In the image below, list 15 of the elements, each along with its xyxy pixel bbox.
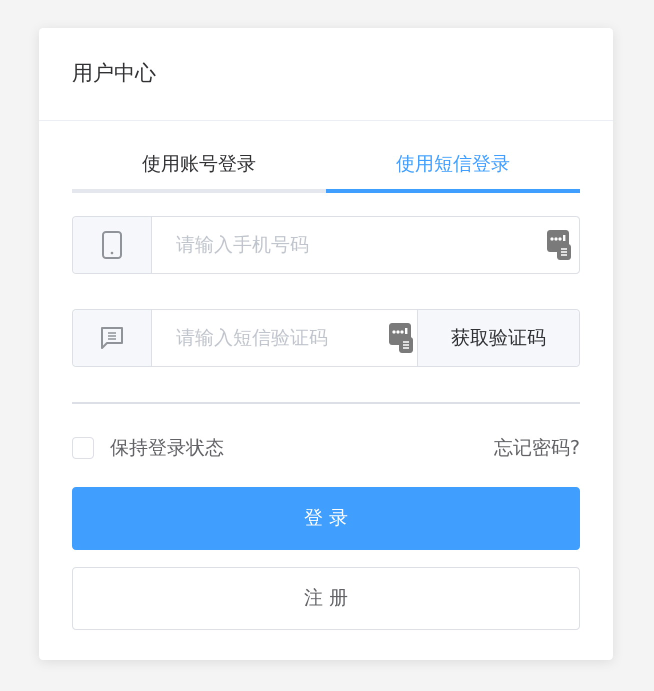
phone-icon xyxy=(102,231,122,259)
remember-checkbox[interactable] xyxy=(72,437,94,460)
phone-input-group[interactable]: 请输入手机号码 xyxy=(72,216,580,274)
register-button[interactable]: 注 册 xyxy=(72,566,580,630)
autofill-icon[interactable] xyxy=(547,230,571,260)
autofill-icon[interactable] xyxy=(389,323,413,353)
login-tab[interactable]: 使用账号登录 xyxy=(72,145,326,193)
code-input-group[interactable]: 请输入短信验证码 获取验证码 xyxy=(72,309,580,367)
forgot-password-link[interactable]: 忘记密码? xyxy=(494,434,580,462)
message-icon xyxy=(99,325,125,351)
remember-label: 保持登录状态 xyxy=(110,436,224,461)
phone-field[interactable]: 请输入手机号码 xyxy=(152,217,547,273)
card-title: 用户中心 xyxy=(72,60,156,88)
get-code-button[interactable]: 获取验证码 xyxy=(417,310,579,366)
code-field[interactable]: 请输入短信验证码 xyxy=(152,310,389,366)
